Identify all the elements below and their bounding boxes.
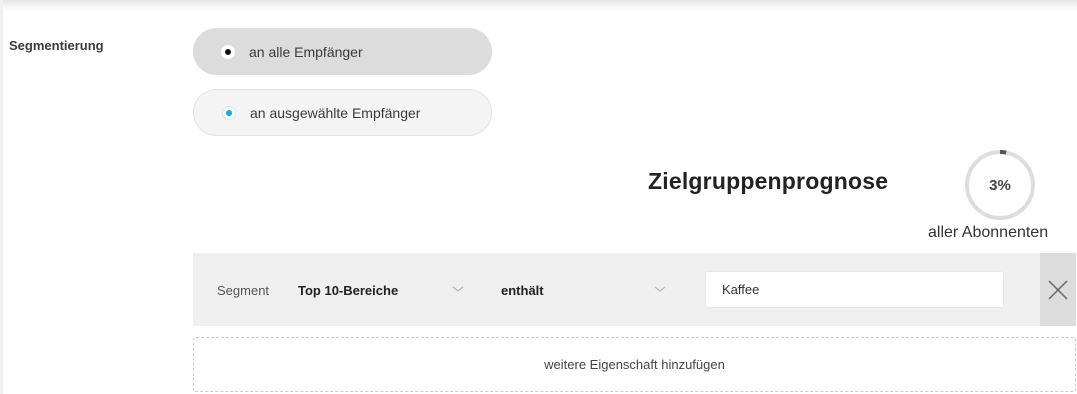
radio-label: an ausgewählte Empfänger xyxy=(250,104,421,121)
top-shadow xyxy=(0,0,1077,12)
forecast-percent: 3% xyxy=(989,177,1011,194)
close-icon xyxy=(1048,279,1068,300)
forecast-title: Zielgruppenprognose xyxy=(648,168,889,194)
segment-filter-row: Segment Top 10-Bereiche enthält xyxy=(193,253,1076,326)
chevron-down-icon[interactable] xyxy=(451,284,465,294)
segment-value-input[interactable] xyxy=(705,271,1004,308)
segmentation-label: Segmentierung xyxy=(9,38,104,53)
chevron-down-icon[interactable] xyxy=(653,284,667,294)
segment-label: Segment xyxy=(217,283,270,298)
left-edge-divider xyxy=(0,0,3,394)
radio-button[interactable] xyxy=(222,105,236,120)
radio-option-all-recipients[interactable]: an alle Empfänger xyxy=(193,28,492,75)
add-property-button[interactable]: weitere Eigenschaft hinzufügen xyxy=(193,337,1076,392)
forecast-caption: aller Abonnenten xyxy=(928,224,1049,241)
segment-operator-select[interactable]: enthält xyxy=(501,283,544,298)
add-property-label: weitere Eigenschaft hinzufügen xyxy=(544,357,725,372)
segment-field-select[interactable]: Top 10-Bereiche xyxy=(298,283,398,298)
radio-option-selected-recipients[interactable]: an ausgewählte Empfänger xyxy=(193,89,492,136)
radio-button[interactable] xyxy=(221,44,235,59)
radio-label: an alle Empfänger xyxy=(249,43,363,60)
remove-segment-button[interactable] xyxy=(1040,253,1076,326)
